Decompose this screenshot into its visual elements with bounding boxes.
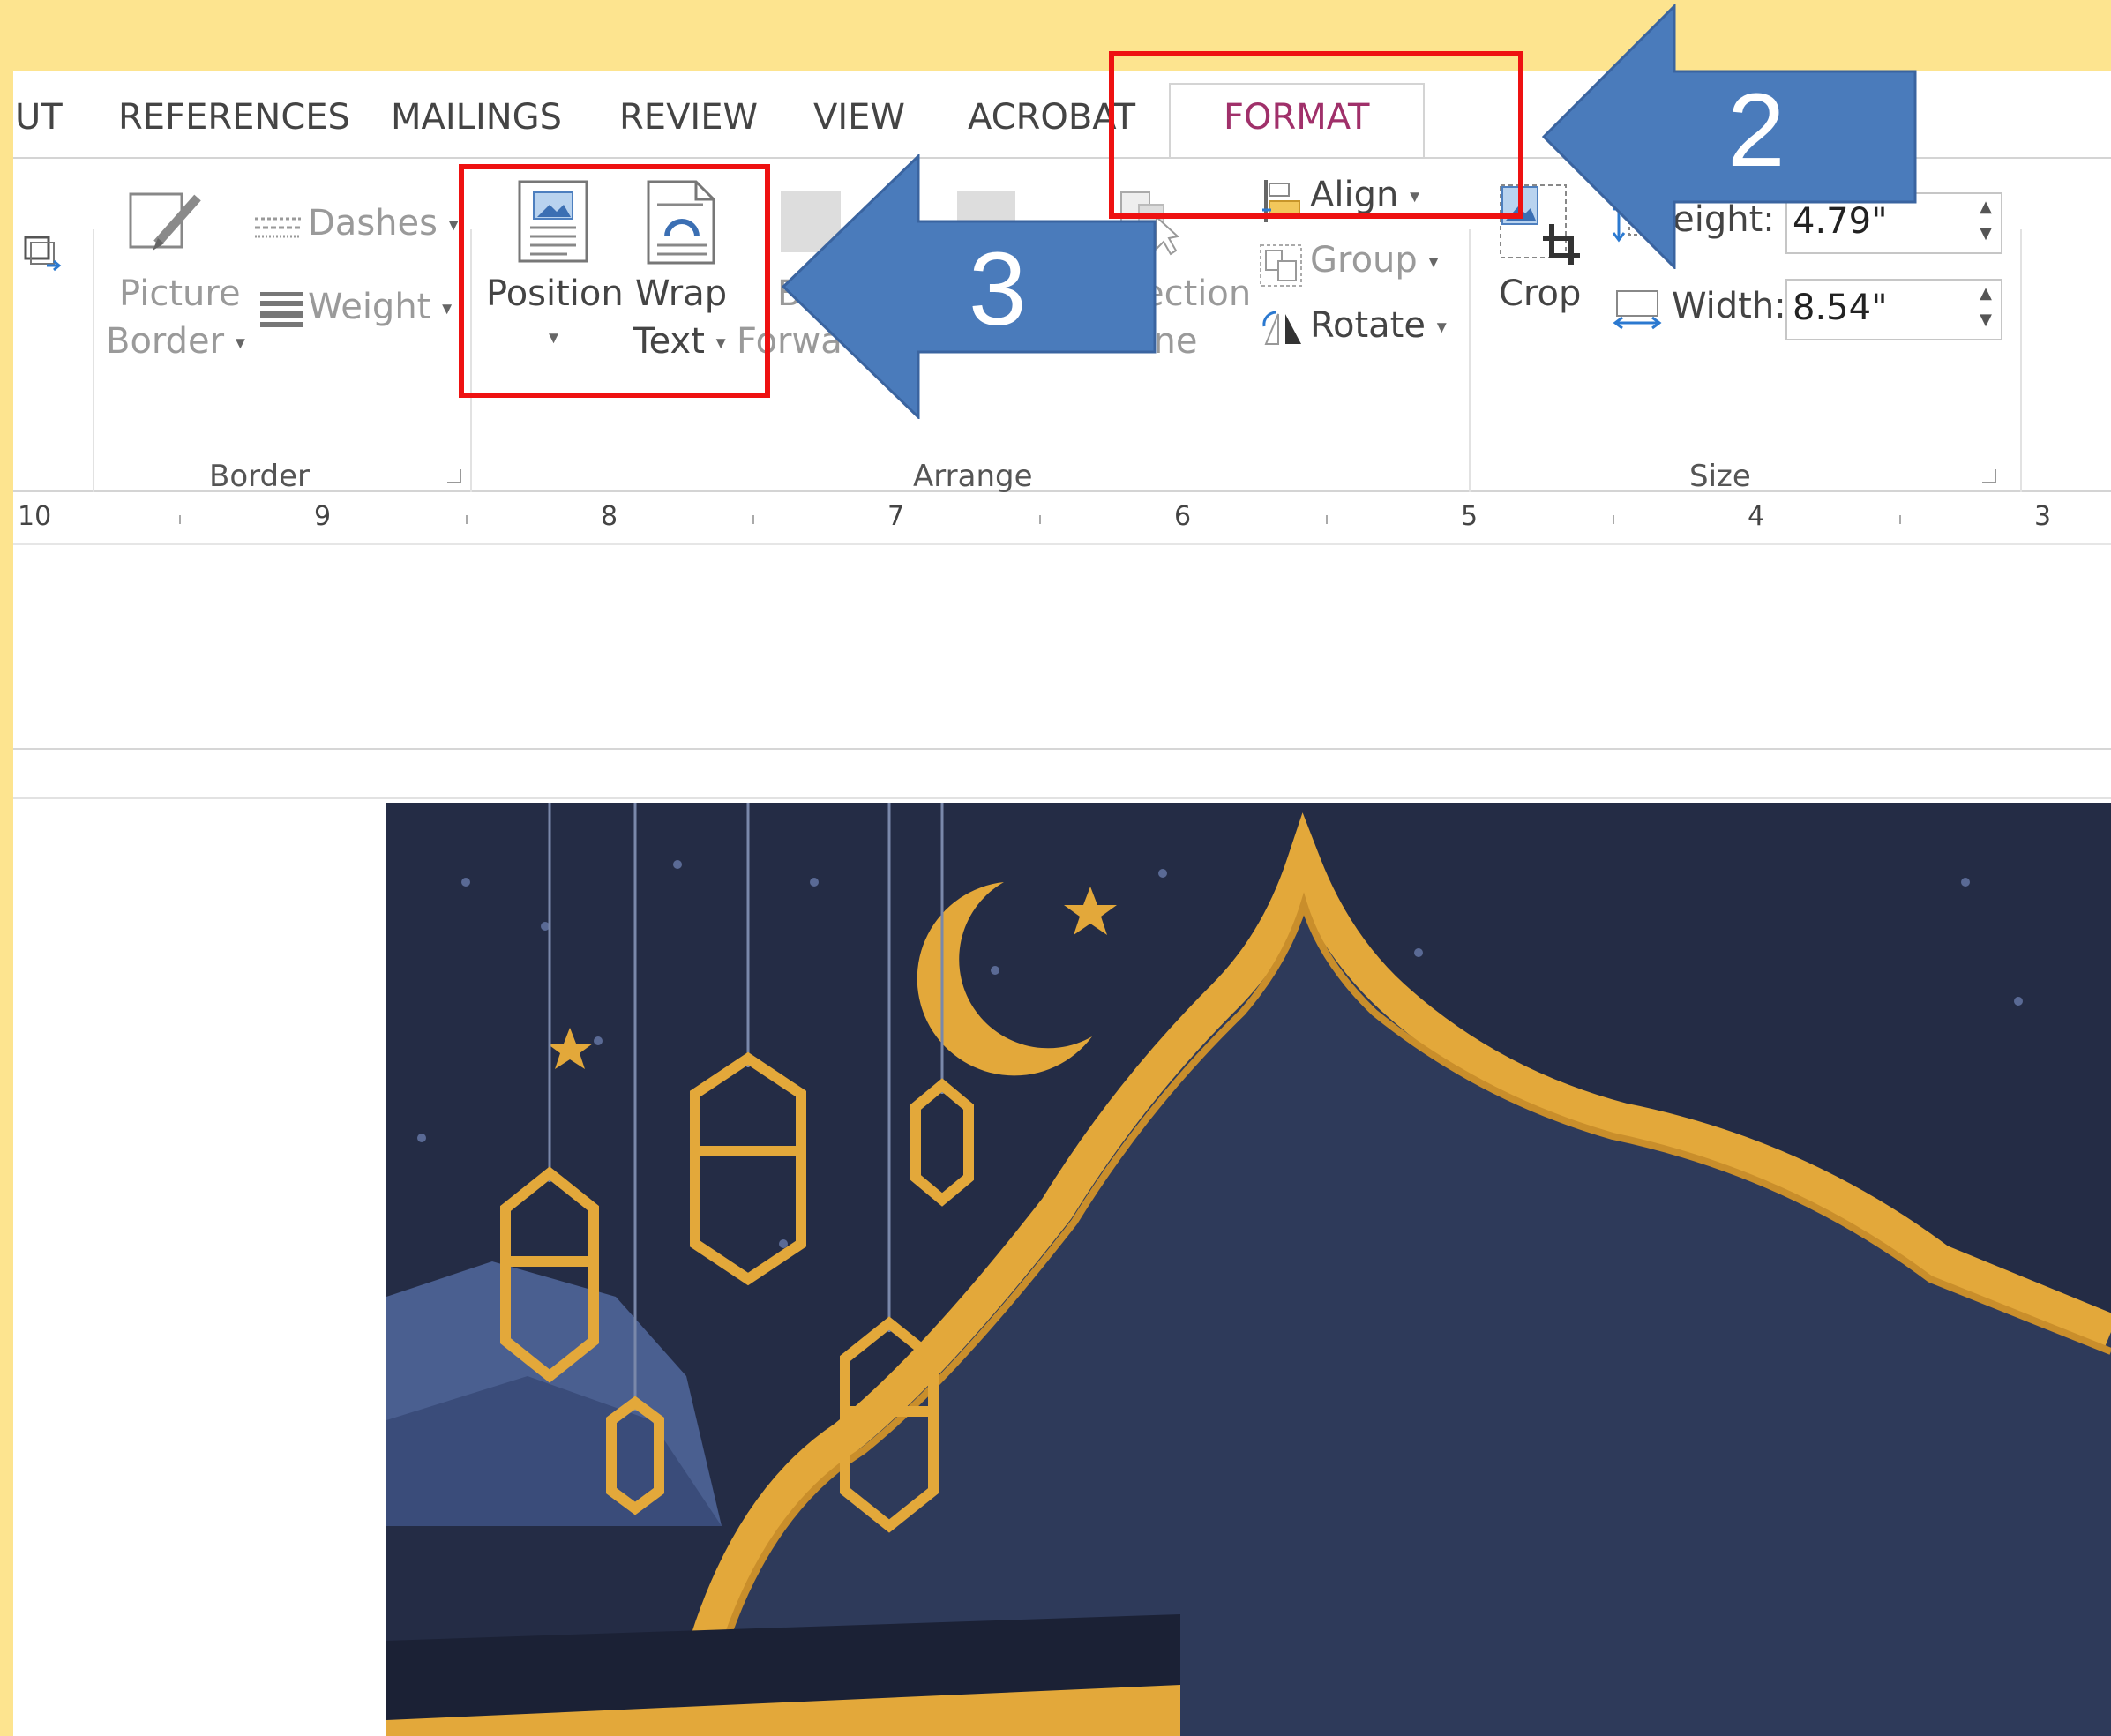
chevron-down-icon: ▾ (235, 332, 245, 355)
dashes-button[interactable]: Dashes ▾ (308, 203, 459, 243)
spin-up-icon[interactable]: ▲ (1980, 284, 1992, 303)
chevron-down-icon: ▾ (442, 297, 453, 320)
tab-layout-partial[interactable]: UT (15, 97, 63, 138)
weight-icon (260, 292, 303, 327)
width-input[interactable]: 8.54" ▲ ▼ (1785, 279, 2002, 340)
position-wrap-highlight (459, 164, 770, 398)
width-label: Width: (1672, 286, 1786, 326)
tab-mailings[interactable]: MAILINGS (391, 97, 562, 138)
ruler-number: 7 (887, 501, 905, 532)
group-separator (93, 229, 94, 494)
ruler-number: 6 (1174, 501, 1192, 532)
ruler-number: 3 (2034, 501, 2052, 532)
dashes-icon (255, 217, 301, 238)
rotate-button[interactable]: Rotate ▾ (1310, 305, 1447, 346)
group-icon (1260, 244, 1302, 287)
picture-border-icon[interactable] (124, 185, 212, 265)
ruler-number: 5 (1461, 501, 1478, 532)
tab-review[interactable]: REVIEW (619, 97, 758, 138)
format-tab-highlight (1109, 51, 1523, 219)
rotate-icon (1262, 311, 1301, 345)
arrange-group-label: Arrange (913, 459, 1033, 494)
dialog-launcher-icon[interactable] (1982, 469, 1996, 483)
spin-down-icon[interactable]: ▼ (1980, 311, 1992, 329)
tab-references[interactable]: REFERENCES (118, 97, 350, 138)
dialog-launcher-icon[interactable] (447, 469, 461, 483)
ruler-tick (1899, 515, 1901, 524)
group-separator (1469, 229, 1471, 494)
ruler-tick (752, 515, 754, 524)
weight-button[interactable]: Weight ▾ (308, 287, 452, 327)
group-button[interactable]: Group ▾ (1310, 240, 1439, 281)
ruler-tick (1039, 515, 1041, 524)
ruler-tick (1613, 515, 1614, 524)
document-gap (13, 547, 2111, 750)
size-group-label: Size (1689, 459, 1751, 494)
selection-pane-label-1[interactable]: ection (1142, 273, 1251, 314)
group-separator (2020, 229, 2022, 494)
ramadan-picture[interactable] (386, 803, 2111, 1736)
tab-view[interactable]: VIEW (813, 97, 905, 138)
ruler-number: 9 (314, 501, 332, 532)
ruler-number: 4 (1748, 501, 1765, 532)
chevron-down-icon: ▾ (1428, 251, 1439, 273)
arrow-3-number: 3 (969, 231, 1027, 348)
border-group-label: Border (209, 459, 310, 494)
horizontal-ruler[interactable]: 10 9 8 7 6 5 4 3 (13, 492, 2111, 545)
arrow-2-number: 2 (1727, 72, 1785, 189)
ruler-number: 8 (601, 501, 618, 532)
ruler-tick (466, 515, 468, 524)
spin-up-icon[interactable]: ▲ (1980, 198, 1992, 216)
picture-border-label-1[interactable]: Picture (119, 273, 241, 314)
chevron-down-icon: ▾ (1436, 316, 1447, 339)
ruler-tick (1326, 515, 1328, 524)
spin-down-icon[interactable]: ▼ (1980, 224, 1992, 243)
shape-effects-icon[interactable] (24, 234, 68, 278)
chevron-down-icon: ▾ (448, 213, 459, 236)
crop-button[interactable]: Crop (1499, 273, 1581, 314)
ruler-tick (179, 515, 181, 524)
ruler-number: 10 (18, 501, 52, 532)
picture-border-label-2[interactable]: Border ▾ (106, 321, 245, 362)
width-icon (1613, 290, 1662, 330)
document-gap (13, 752, 2111, 799)
